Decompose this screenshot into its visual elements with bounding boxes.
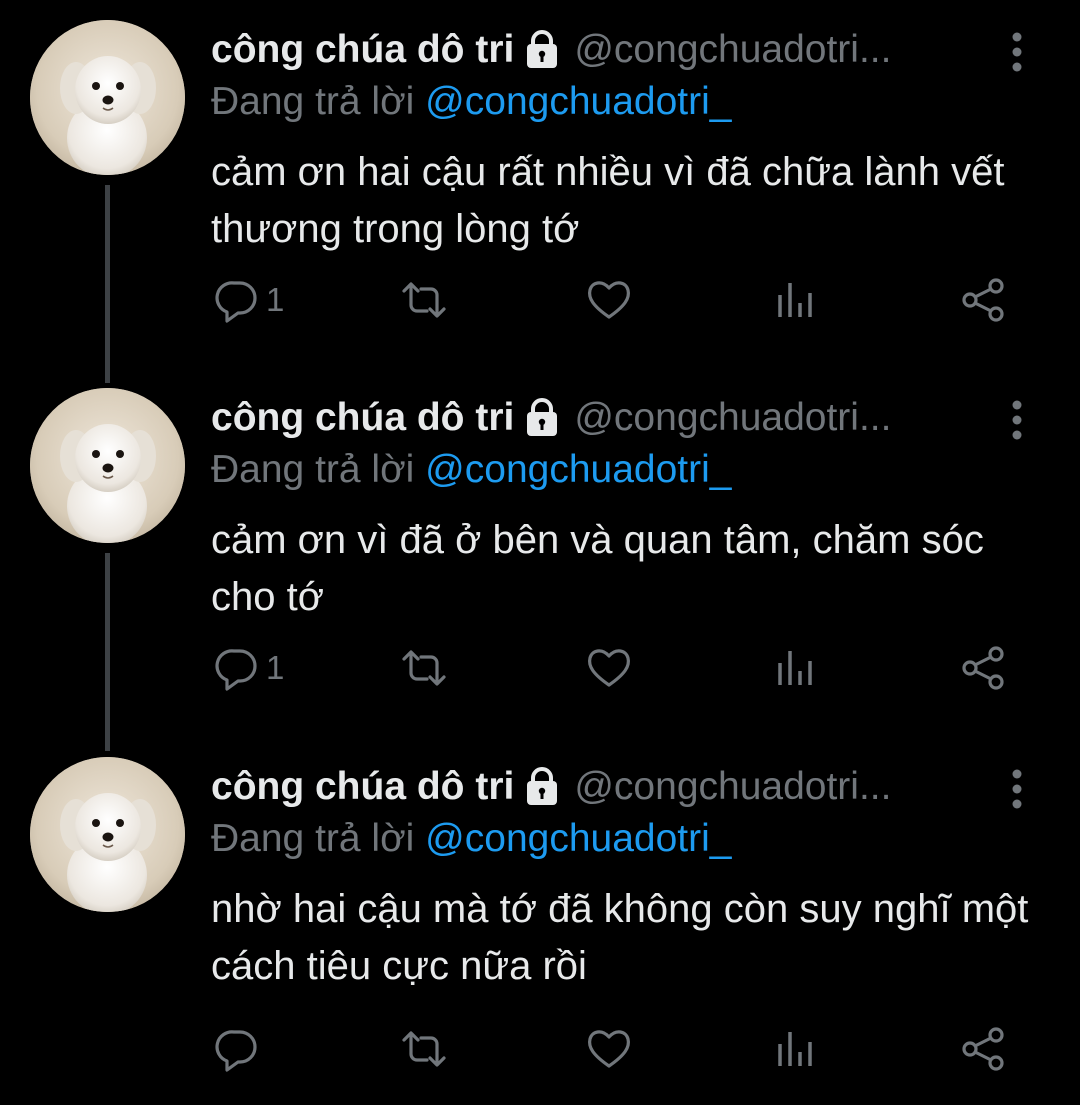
avatar[interactable] <box>30 20 185 175</box>
tweet-actions: 1 <box>0 270 1080 330</box>
reply-button[interactable] <box>214 1019 266 1079</box>
replying-to: Đang trả lời @congchuadotri_ <box>211 444 731 496</box>
reply-button[interactable]: 1 <box>214 270 284 330</box>
retweet-button[interactable] <box>398 638 450 698</box>
analytics-icon <box>776 645 816 691</box>
analytics-button[interactable] <box>776 1019 816 1079</box>
reply-count: 1 <box>266 649 285 686</box>
tweet-text: nhờ hai cậu mà tớ đã không còn suy nghĩ … <box>211 887 1029 988</box>
share-icon <box>960 277 1006 323</box>
reply-prefix: Đang trả lời <box>211 448 415 491</box>
like-button[interactable] <box>585 270 633 330</box>
share-button[interactable] <box>960 270 1006 330</box>
retweet-icon <box>398 1026 450 1072</box>
share-button[interactable] <box>960 1019 1006 1079</box>
retweet-icon <box>398 277 450 323</box>
reply-mention-link[interactable]: @congchuadotri_ <box>425 80 731 123</box>
tweet-actions <box>0 1019 1080 1079</box>
share-icon <box>960 1026 1006 1072</box>
analytics-icon <box>776 277 816 323</box>
reply-mention-link[interactable]: @congchuadotri_ <box>425 448 731 491</box>
lock-icon <box>522 398 562 438</box>
display-name[interactable]: công chúa dô tri <box>211 392 514 444</box>
display-name[interactable]: công chúa dô tri <box>211 24 514 76</box>
avatar[interactable] <box>30 757 185 912</box>
retweet-icon <box>398 645 450 691</box>
analytics-icon <box>776 1026 816 1072</box>
reply-prefix: Đang trả lời <box>211 817 415 860</box>
analytics-button[interactable] <box>776 270 816 330</box>
avatar[interactable] <box>30 388 185 543</box>
retweet-button[interactable] <box>398 1019 450 1079</box>
like-button[interactable] <box>585 1019 633 1079</box>
share-icon <box>960 645 1006 691</box>
lock-icon <box>522 767 562 807</box>
tweet-3[interactable]: công chúa dô tri @congchuadotri... Đang … <box>0 737 1080 1105</box>
user-handle[interactable]: @congchuadotri... <box>574 392 1001 444</box>
more-icon[interactable] <box>1006 765 1028 813</box>
like-button[interactable] <box>585 638 633 698</box>
analytics-button[interactable] <box>776 638 816 698</box>
reply-prefix: Đang trả lời <box>211 80 415 123</box>
replying-to: Đang trả lời @congchuadotri_ <box>211 813 731 865</box>
reply-icon <box>214 645 260 691</box>
reply-icon <box>214 1026 260 1072</box>
tweet-1[interactable]: công chúa dô tri @congchuadotri... Đang … <box>0 0 1080 383</box>
tweet-actions: 1 <box>0 638 1080 698</box>
tweet-text: cảm ơn hai cậu rất nhiều vì đã chữa lành… <box>211 150 1005 251</box>
more-icon[interactable] <box>1006 396 1028 444</box>
user-handle[interactable]: @congchuadotri... <box>574 24 1001 76</box>
display-name[interactable]: công chúa dô tri <box>211 761 514 813</box>
like-icon <box>585 1026 633 1072</box>
tweet-header: công chúa dô tri @congchuadotri... <box>211 761 1001 813</box>
like-icon <box>585 277 633 323</box>
more-icon[interactable] <box>1006 28 1028 76</box>
tweet-text: cảm ơn vì đã ở bên và quan tâm, chăm sóc… <box>211 518 984 619</box>
reply-mention-link[interactable]: @congchuadotri_ <box>425 817 731 860</box>
user-handle[interactable]: @congchuadotri... <box>574 761 1001 813</box>
tweet-header: công chúa dô tri @congchuadotri... <box>211 24 1001 76</box>
tweet-header: công chúa dô tri @congchuadotri... <box>211 392 1001 444</box>
retweet-button[interactable] <box>398 270 450 330</box>
replying-to: Đang trả lời @congchuadotri_ <box>211 76 731 128</box>
share-button[interactable] <box>960 638 1006 698</box>
lock-icon <box>522 30 562 70</box>
reply-count: 1 <box>266 281 285 318</box>
tweet-2[interactable]: công chúa dô tri @congchuadotri... Đang … <box>0 368 1080 751</box>
like-icon <box>585 645 633 691</box>
reply-icon <box>214 277 260 323</box>
reply-button[interactable]: 1 <box>214 638 284 698</box>
